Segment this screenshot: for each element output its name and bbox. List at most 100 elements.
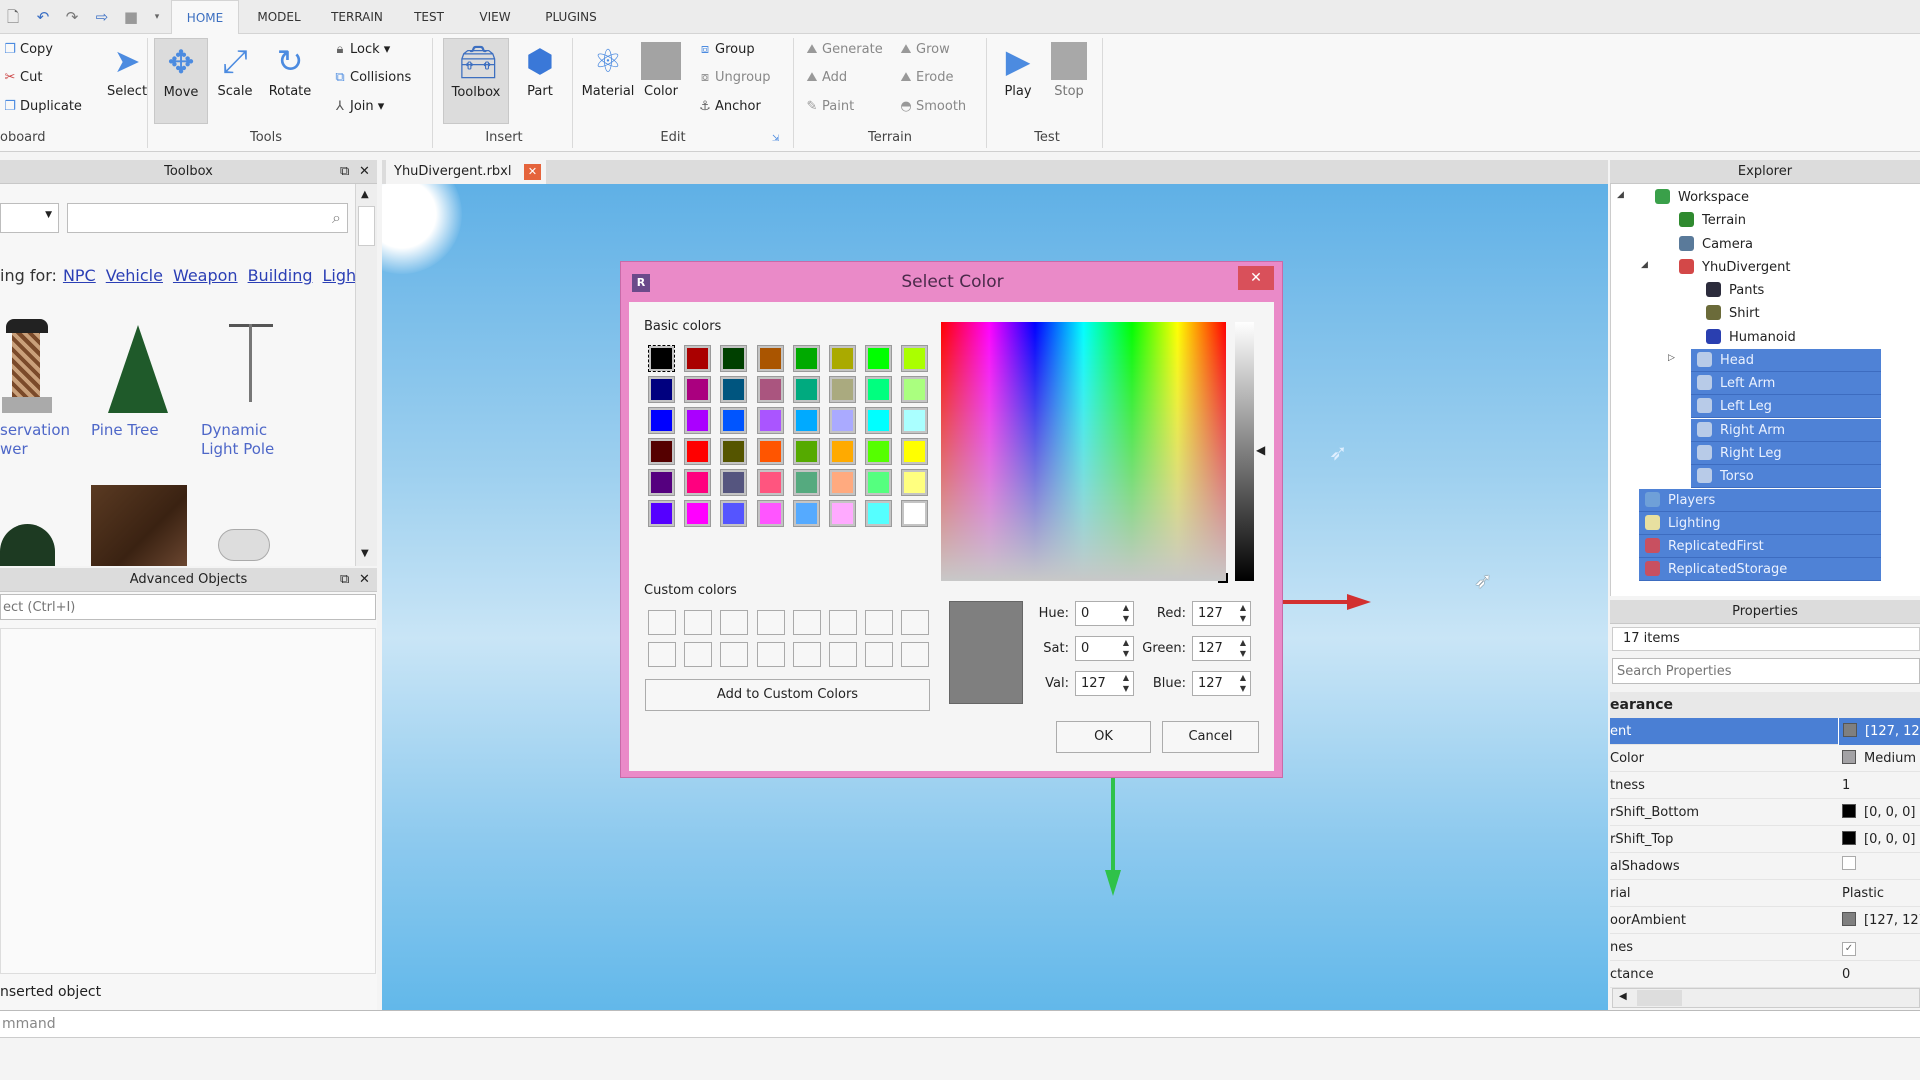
explorer-item-shirt[interactable]: Shirt bbox=[1684, 302, 1760, 325]
move-button[interactable]: ✥ Move bbox=[154, 38, 208, 124]
ungroup-button[interactable]: ⧇ Ungroup bbox=[695, 67, 771, 89]
basic-color-swatch[interactable] bbox=[792, 500, 820, 527]
expand-arrow-icon[interactable]: ◢ bbox=[1617, 190, 1624, 200]
custom-color-swatch[interactable] bbox=[829, 642, 857, 667]
suggestion-building[interactable]: Building bbox=[248, 266, 313, 285]
basic-color-swatch[interactable] bbox=[684, 376, 712, 403]
group-button[interactable]: ⧈ Group bbox=[695, 39, 755, 61]
undock-icon[interactable]: ⧉ bbox=[340, 160, 349, 184]
pine-tree-thumbnail[interactable] bbox=[108, 325, 168, 413]
material-button[interactable]: ⚛ Material bbox=[578, 38, 638, 124]
command-bar[interactable]: mmand bbox=[0, 1010, 1920, 1038]
explorer-item-lighting[interactable]: Lighting bbox=[1639, 511, 1881, 535]
basic-color-swatch[interactable] bbox=[756, 376, 784, 403]
explorer-item-humanoid[interactable]: Humanoid bbox=[1684, 326, 1796, 349]
toolbox-search-input[interactable]: ⌕ bbox=[67, 203, 348, 233]
basic-color-swatch[interactable] bbox=[829, 376, 856, 403]
close-tab-icon[interactable]: ✕ bbox=[524, 164, 541, 180]
tank-thumbnail[interactable] bbox=[218, 529, 270, 561]
generate-button[interactable]: ⛰ Generate bbox=[802, 39, 883, 61]
basic-color-swatch[interactable] bbox=[792, 345, 820, 372]
basic-color-swatch[interactable] bbox=[756, 469, 784, 496]
basic-color-swatch[interactable] bbox=[648, 500, 675, 527]
explorer-item-camera[interactable]: Camera bbox=[1657, 233, 1753, 256]
basic-color-swatch[interactable] bbox=[792, 438, 820, 465]
tab-plugins[interactable]: PLUGINS bbox=[540, 0, 602, 34]
basic-color-swatch[interactable] bbox=[648, 438, 675, 465]
spin-arrows-icon[interactable]: ▲ ▼ bbox=[1240, 602, 1246, 624]
basic-color-swatch[interactable] bbox=[865, 407, 893, 434]
explorer-item-right-leg[interactable]: Right Leg bbox=[1691, 441, 1881, 465]
hue-saturation-picker[interactable] bbox=[941, 322, 1228, 583]
custom-color-swatch[interactable] bbox=[684, 642, 713, 667]
grow-button[interactable]: ⛰ Grow bbox=[896, 39, 950, 61]
redo-icon[interactable]: ↷ bbox=[63, 8, 81, 26]
basic-color-swatch[interactable] bbox=[792, 469, 820, 496]
properties-section-header[interactable]: earance bbox=[1610, 692, 1920, 718]
cut-button[interactable]: ✂ Cut bbox=[0, 67, 43, 89]
basic-color-swatch[interactable] bbox=[865, 500, 893, 527]
spin-arrows-icon[interactable]: ▲ ▼ bbox=[1240, 672, 1246, 694]
basic-color-swatch[interactable] bbox=[865, 469, 893, 496]
property-value[interactable]: 0 bbox=[1842, 961, 1850, 988]
basic-color-swatch[interactable] bbox=[829, 345, 856, 372]
checkbox[interactable]: ✓ bbox=[1842, 942, 1856, 956]
explorer-item-terrain[interactable]: Terrain bbox=[1657, 209, 1746, 232]
value-slider[interactable] bbox=[1235, 322, 1254, 581]
customize-icon[interactable]: ▾ bbox=[148, 8, 166, 26]
blue-input[interactable]: 127 ▲ ▼ bbox=[1192, 671, 1251, 696]
observation-tower-thumbnail[interactable] bbox=[0, 319, 55, 415]
basic-color-swatch[interactable] bbox=[829, 438, 856, 465]
move-handle-x[interactable] bbox=[1283, 600, 1353, 604]
explorer-item-head[interactable]: Head bbox=[1691, 348, 1881, 372]
explorer-item-players[interactable]: Players bbox=[1639, 488, 1881, 512]
custom-color-swatch[interactable] bbox=[792, 610, 821, 635]
cancel-button[interactable]: Cancel bbox=[1162, 721, 1259, 753]
basic-color-swatch[interactable] bbox=[829, 500, 856, 527]
basic-color-swatch[interactable] bbox=[792, 376, 820, 403]
color-button[interactable]: Color bbox=[636, 38, 686, 124]
explorer-item-left-leg[interactable]: Left Leg bbox=[1691, 395, 1881, 419]
search-properties-input[interactable] bbox=[1612, 658, 1920, 684]
custom-color-swatch[interactable] bbox=[648, 642, 676, 667]
custom-color-swatch[interactable] bbox=[756, 642, 785, 667]
anchor-button[interactable]: ⚓ Anchor bbox=[695, 96, 761, 118]
ok-button[interactable]: OK bbox=[1056, 721, 1151, 753]
property-row[interactable]: oorAmbient [127, 127 bbox=[1610, 907, 1920, 934]
light-pole-thumbnail[interactable] bbox=[229, 324, 273, 404]
property-row[interactable]: rial Plastic bbox=[1610, 880, 1920, 907]
properties-hscrollbar[interactable]: ◀ bbox=[1612, 988, 1920, 1008]
close-icon[interactable]: ✕ bbox=[359, 568, 370, 592]
basic-color-swatch[interactable] bbox=[901, 376, 929, 403]
wood-texture-thumbnail[interactable] bbox=[91, 485, 187, 566]
move-handle-y[interactable] bbox=[1111, 778, 1115, 874]
basic-color-swatch[interactable] bbox=[648, 345, 675, 372]
scale-button[interactable]: ⤢ Scale bbox=[208, 38, 262, 124]
explorer-item-yhudivergent[interactable]: YhuDivergent bbox=[1657, 256, 1790, 279]
property-value[interactable]: [127, 127 bbox=[1838, 718, 1920, 745]
basic-color-swatch[interactable] bbox=[829, 407, 856, 434]
picker-crosshair[interactable] bbox=[1218, 573, 1228, 583]
publish-icon[interactable]: ⇨ bbox=[93, 8, 111, 26]
custom-color-swatch[interactable] bbox=[720, 642, 749, 667]
stop-icon[interactable]: ■ bbox=[122, 8, 140, 26]
category-dropdown[interactable]: ▼ bbox=[0, 203, 59, 233]
undo-icon[interactable]: ↶ bbox=[34, 8, 52, 26]
basic-color-swatch[interactable] bbox=[720, 469, 748, 496]
add-terrain-button[interactable]: ⛰ Add bbox=[802, 67, 848, 89]
property-value[interactable]: Medium bbox=[1842, 745, 1916, 772]
custom-color-swatch[interactable] bbox=[756, 610, 785, 635]
custom-color-swatch[interactable] bbox=[865, 610, 894, 635]
lock-button[interactable]: 🔒︎ Lock ▾ bbox=[330, 39, 391, 61]
custom-color-swatch[interactable] bbox=[720, 610, 749, 635]
value-slider-handle[interactable]: ◀ bbox=[1256, 443, 1265, 457]
basic-color-swatch[interactable] bbox=[684, 469, 712, 496]
scroll-left-icon[interactable]: ◀ bbox=[1619, 991, 1627, 1002]
edit-settings-icon[interactable]: ⇲ bbox=[772, 134, 780, 144]
property-value[interactable]: 1 bbox=[1842, 772, 1850, 799]
basic-color-swatch[interactable] bbox=[684, 345, 712, 372]
explorer-item-pants[interactable]: Pants bbox=[1684, 279, 1764, 302]
collapse-arrow-icon[interactable]: ▷ bbox=[1668, 353, 1675, 363]
join-button[interactable]: ⅄ Join ▾ bbox=[330, 96, 384, 118]
toolbox-item-thumbnail[interactable] bbox=[0, 524, 55, 566]
